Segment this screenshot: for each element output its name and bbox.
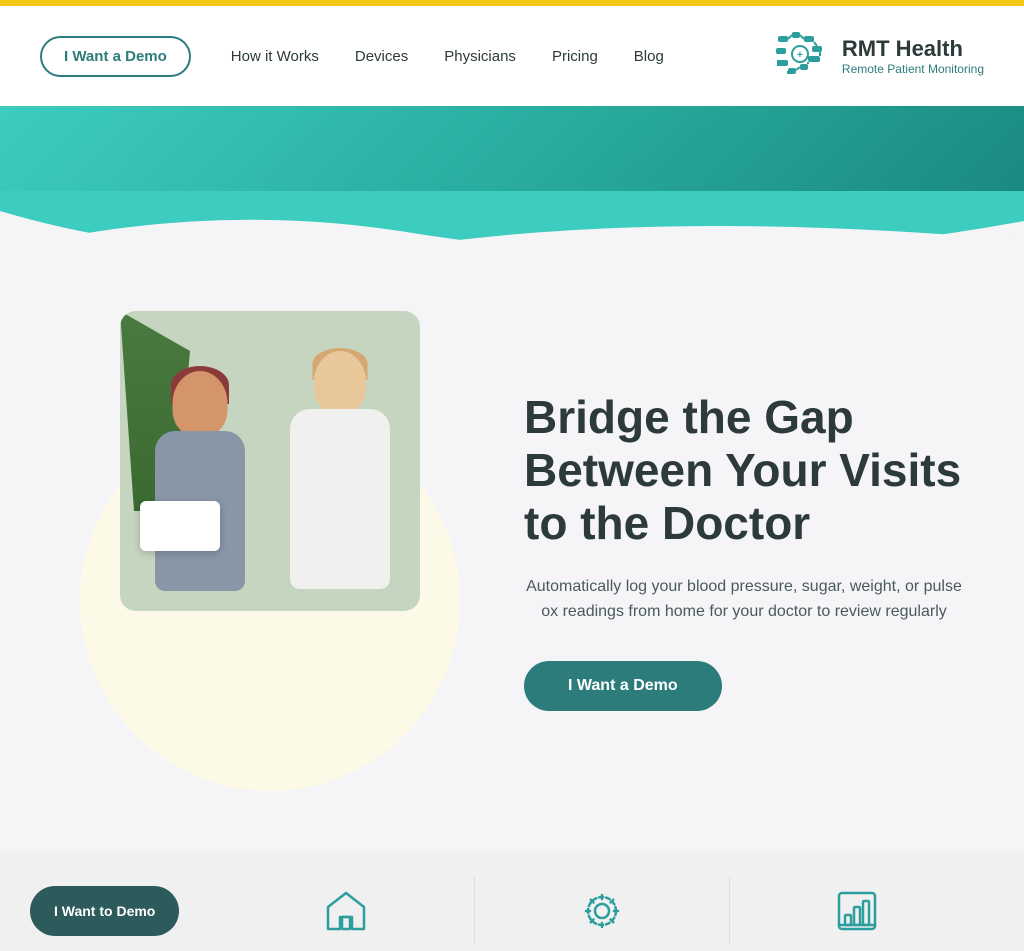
hero-image-wrapper bbox=[60, 311, 480, 791]
hero-text: Bridge the Gap Between Your Visits to th… bbox=[484, 391, 964, 711]
teal-hero-background bbox=[0, 106, 1024, 191]
hero-section: Bridge the Gap Between Your Visits to th… bbox=[0, 271, 1024, 851]
nav-demo-button[interactable]: I Want a Demo bbox=[40, 36, 191, 77]
logo-text: RMT Health Remote Patient Monitoring bbox=[842, 36, 984, 76]
logo: + RMT Health Remote Patient Monitoring bbox=[770, 26, 984, 86]
bottom-icon-gear bbox=[475, 877, 730, 945]
logo-subtitle: Remote Patient Monitoring bbox=[842, 62, 984, 76]
nav-link-devices[interactable]: Devices bbox=[355, 48, 408, 65]
nav-link-physicians[interactable]: Physicians bbox=[444, 48, 516, 65]
bottom-icon-home bbox=[219, 877, 474, 945]
chart-icon bbox=[833, 887, 881, 935]
hero-title: Bridge the Gap Between Your Visits to th… bbox=[524, 391, 964, 550]
nav-link-how-it-works[interactable]: How it Works bbox=[231, 48, 319, 65]
nav-link-pricing[interactable]: Pricing bbox=[552, 48, 598, 65]
bottom-strip: I Want to Demo bbox=[0, 851, 1024, 951]
patient-figure bbox=[130, 371, 270, 611]
svg-text:+: + bbox=[797, 50, 803, 61]
photo-container bbox=[120, 311, 420, 611]
doctor-figure bbox=[260, 351, 420, 611]
header: I Want a Demo How it Works Devices Physi… bbox=[0, 6, 1024, 106]
nav-link-blog[interactable]: Blog bbox=[634, 48, 664, 65]
logo-name: RMT Health bbox=[842, 36, 984, 62]
hero-demo-button[interactable]: I Want a Demo bbox=[524, 661, 722, 711]
nav-links: How it Works Devices Physicians Pricing … bbox=[231, 48, 664, 65]
home-icon bbox=[322, 887, 370, 935]
nav-left: I Want a Demo How it Works Devices Physi… bbox=[40, 36, 664, 77]
hero-image bbox=[120, 311, 420, 611]
doctor-head bbox=[314, 351, 366, 413]
gear-icon bbox=[578, 887, 626, 935]
doctor-coat bbox=[290, 409, 390, 589]
bp-device bbox=[140, 501, 220, 551]
teal-wave bbox=[0, 191, 1024, 271]
hero-subtitle: Automatically log your blood pressure, s… bbox=[524, 574, 964, 625]
bottom-icon-chart bbox=[730, 877, 984, 945]
bottom-icons bbox=[179, 871, 1024, 951]
patient-head bbox=[173, 371, 228, 436]
header-wrap: I Want a Demo How it Works Devices Physi… bbox=[0, 6, 1024, 271]
bottom-demo-button[interactable]: I Want to Demo bbox=[30, 886, 179, 936]
logo-icon: + bbox=[770, 26, 830, 86]
